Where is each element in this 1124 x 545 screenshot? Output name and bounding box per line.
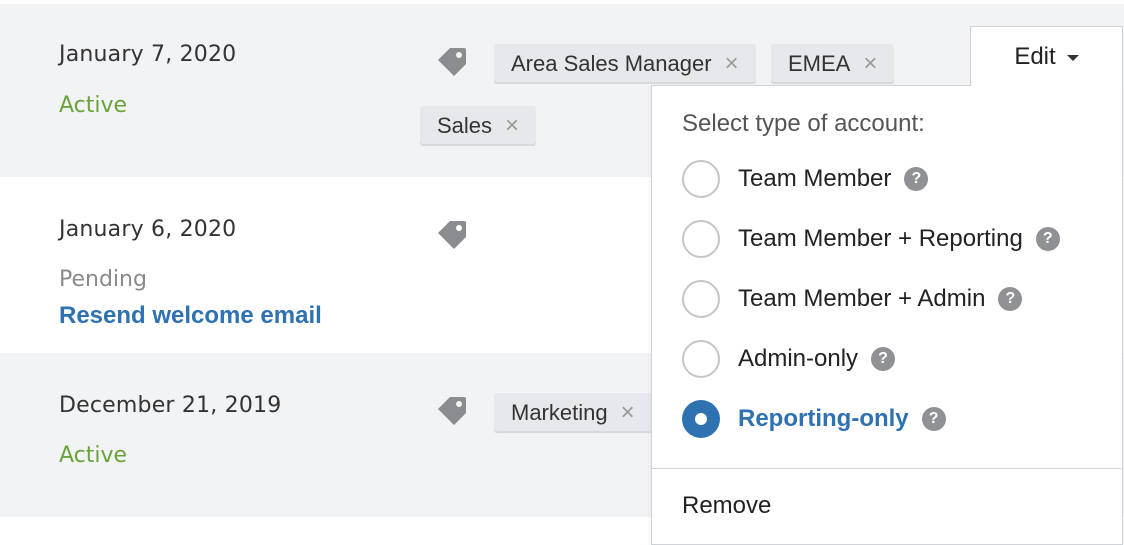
tag-label: EMEA <box>788 51 851 76</box>
tag-icon[interactable] <box>434 217 470 253</box>
option-label: Admin-only <box>738 345 859 372</box>
tag-chip: Sales × <box>420 106 537 146</box>
remove-tag-icon[interactable]: × <box>621 401 635 425</box>
dropdown-heading: Select type of account: <box>682 110 925 137</box>
option-reporting-only[interactable]: Reporting-only ? <box>682 399 946 439</box>
option-admin-only[interactable]: Admin-only ? <box>682 339 896 379</box>
tag-label: Marketing <box>511 400 608 425</box>
date-label: December 21, 2019 <box>59 393 282 418</box>
radio-button[interactable] <box>682 160 720 198</box>
help-icon[interactable]: ? <box>871 347 896 371</box>
option-label: Team Member + Reporting <box>738 225 1023 252</box>
status-active: Active <box>59 443 128 468</box>
tag-chip: EMEA × <box>771 44 895 84</box>
resend-welcome-email-link[interactable]: Resend welcome email <box>59 302 322 330</box>
tag-chip: Marketing × <box>494 393 652 433</box>
tag-chip: Area Sales Manager × <box>494 44 756 84</box>
option-label: Reporting-only <box>738 405 909 432</box>
divider <box>652 468 1122 469</box>
help-icon[interactable]: ? <box>1035 227 1060 251</box>
status-pending: Pending <box>59 267 147 292</box>
radio-button[interactable] <box>682 340 720 378</box>
remove-tag-icon[interactable]: × <box>725 52 739 76</box>
edit-button-label: Edit <box>1014 42 1056 70</box>
option-label: Team Member <box>738 165 892 192</box>
radio-button[interactable] <box>682 280 720 318</box>
date-label: January 6, 2020 <box>59 217 237 242</box>
help-icon[interactable]: ? <box>904 167 929 191</box>
help-icon[interactable]: ? <box>921 407 946 431</box>
caret-down-icon <box>1066 55 1079 61</box>
remove-tag-icon[interactable]: × <box>505 114 519 138</box>
date-label: January 7, 2020 <box>59 42 237 67</box>
radio-button[interactable] <box>682 220 720 258</box>
account-type-dropdown: Select type of account: Team Member ? Te… <box>651 85 1123 545</box>
status-active: Active <box>59 93 128 118</box>
option-team-member-reporting[interactable]: Team Member + Reporting ? <box>682 219 1060 259</box>
option-label: Team Member + Admin <box>738 285 986 312</box>
tag-icon <box>434 393 470 429</box>
radio-selected-icon[interactable] <box>682 400 720 438</box>
option-team-member[interactable]: Team Member ? <box>682 159 929 199</box>
tag-label: Area Sales Manager <box>511 51 712 76</box>
help-icon[interactable]: ? <box>998 287 1023 311</box>
remove-tag-icon[interactable]: × <box>863 52 877 76</box>
tag-icon <box>434 44 470 80</box>
tag-label: Sales <box>437 113 493 138</box>
remove-button[interactable]: Remove <box>682 492 771 520</box>
edit-button[interactable]: Edit <box>970 26 1123 86</box>
option-team-member-admin[interactable]: Team Member + Admin ? <box>682 279 1023 319</box>
